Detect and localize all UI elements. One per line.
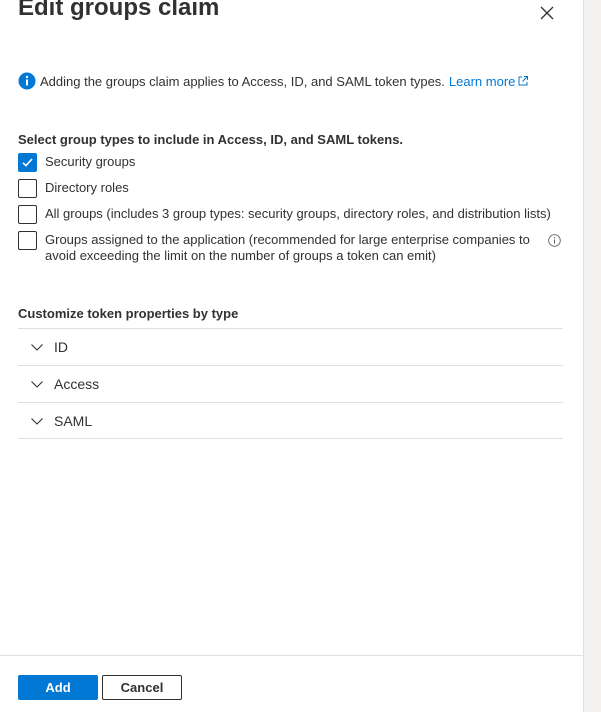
all-groups-checkbox[interactable] [18, 205, 37, 224]
groups-assigned-checkbox[interactable] [18, 231, 37, 250]
security-groups-checkbox[interactable] [18, 153, 37, 172]
directory-roles-checkbox[interactable] [18, 179, 37, 198]
token-type-accordion: ID Access SAML [18, 328, 563, 439]
option-groups-assigned[interactable]: Groups assigned to the application (reco… [18, 231, 535, 264]
close-button[interactable] [536, 2, 558, 24]
edit-groups-claim-panel: Edit groups claim Adding the groups clai… [0, 0, 583, 712]
option-all-groups[interactable]: All groups (includes 3 group types: secu… [18, 205, 551, 224]
learn-more-link[interactable]: Learn more [449, 74, 529, 89]
footer-divider [0, 655, 583, 656]
customize-label: Customize token properties by type [18, 306, 239, 321]
learn-more-label: Learn more [448, 73, 516, 89]
info-text: Adding the groups claim applies to Acces… [40, 73, 445, 89]
security-groups-label: Security groups [45, 154, 136, 169]
accordion-label: Access [54, 376, 100, 392]
info-icon [18, 72, 36, 90]
accordion-item-access[interactable]: Access [18, 365, 563, 402]
option-directory-roles[interactable]: Directory roles [18, 179, 129, 198]
external-link-icon [518, 76, 529, 86]
group-types-label: Select group types to include in Access,… [18, 132, 404, 147]
background-edge [583, 0, 601, 712]
accordion-label: ID [54, 339, 68, 355]
accordion-item-id[interactable]: ID [18, 328, 563, 365]
groups-assigned-label: Groups assigned to the application (reco… [45, 232, 530, 263]
all-groups-label: All groups (includes 3 group types: secu… [45, 206, 551, 221]
chevron-down-icon [31, 344, 43, 351]
info-banner: Adding the groups claim applies to Acces… [18, 72, 529, 90]
panel-title: Edit groups claim [18, 0, 220, 21]
close-icon [540, 6, 554, 20]
accordion-item-saml[interactable]: SAML [18, 402, 563, 439]
chevron-down-icon [31, 417, 43, 425]
directory-roles-label: Directory roles [45, 180, 129, 195]
cancel-button[interactable]: Cancel [102, 675, 182, 700]
checkmark-icon [22, 158, 33, 167]
accordion-label: SAML [54, 412, 93, 429]
chevron-down-icon [31, 381, 43, 388]
info-circle-icon[interactable] [548, 234, 561, 247]
add-button[interactable]: Add [18, 675, 98, 700]
option-security-groups[interactable]: Security groups [18, 153, 135, 172]
